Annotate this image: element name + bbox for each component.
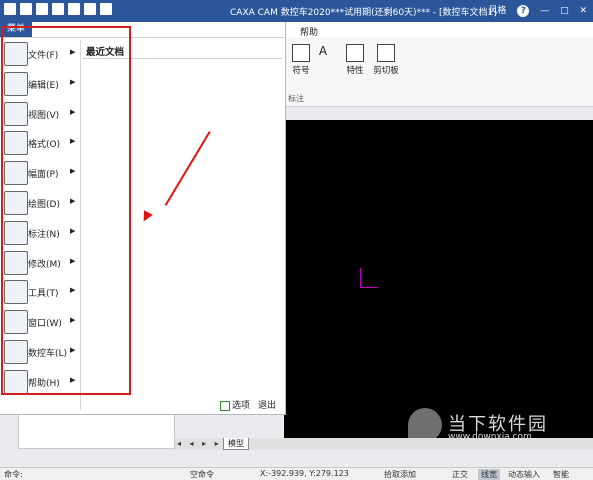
- coordinates: X:-392.939, Y:279.123: [260, 469, 349, 478]
- close-button[interactable]: ✕: [579, 6, 587, 16]
- drawing-canvas[interactable]: [284, 120, 593, 440]
- text-button[interactable]: A: [316, 44, 330, 58]
- maximize-button[interactable]: □: [560, 6, 569, 16]
- clipboard-label: 剪切板: [373, 66, 399, 76]
- title-controls: 风格 ? — □ ✕: [480, 3, 587, 17]
- ribbon-panel: 符号 A 特性 剪切板 标注: [284, 38, 593, 107]
- properties-panel: [18, 412, 175, 449]
- open-file-icon[interactable]: [20, 3, 32, 15]
- command-label: 命令:: [4, 470, 23, 479]
- exit-button[interactable]: 退出: [258, 398, 276, 411]
- quick-access-toolbar: [4, 3, 116, 17]
- redo-icon[interactable]: [100, 3, 112, 15]
- dynamic-input-toggle[interactable]: 动态输入: [508, 469, 540, 480]
- ucs-y-axis: [360, 268, 361, 287]
- window-title: CAXA CAM 数控车2020***试用期(还剩60天)*** - [数控车文…: [230, 8, 497, 18]
- ortho-toggle[interactable]: 正交: [452, 469, 468, 480]
- tab-model[interactable]: 模型: [223, 438, 249, 450]
- clipboard-button[interactable]: 剪切板: [372, 44, 400, 76]
- new-file-icon[interactable]: [4, 3, 16, 15]
- tab-help[interactable]: 帮助: [300, 25, 318, 38]
- sheet-nav-arrows[interactable]: ◂ ◂ ▸ ▸: [177, 439, 222, 448]
- style-label[interactable]: 风格: [488, 3, 506, 16]
- watermark-logo-icon: [408, 408, 442, 442]
- undo-icon[interactable]: [84, 3, 96, 15]
- clipboard-icon: [377, 44, 395, 62]
- text-a-icon: A: [318, 44, 328, 58]
- symbol-icon: [292, 44, 310, 62]
- linewidth-toggle[interactable]: 线宽: [478, 469, 500, 480]
- symbol-button[interactable]: 符号: [288, 44, 314, 76]
- options-button[interactable]: 选项: [220, 398, 250, 411]
- title-bar: CAXA CAM 数控车2020***试用期(还剩60天)*** - [数控车文…: [0, 0, 593, 22]
- menu-footer: 选项 退出: [0, 394, 285, 412]
- status-bar: 命令: 空命令 X:-392.939, Y:279.123 拾取添加 正交 线宽…: [0, 467, 593, 480]
- save-as-icon[interactable]: [52, 3, 64, 15]
- attr-button[interactable]: 特性: [342, 44, 368, 76]
- help-icon[interactable]: ?: [517, 5, 530, 17]
- attr-icon: [346, 44, 364, 62]
- pick-add[interactable]: 拾取添加: [384, 469, 416, 480]
- group-annotation: 标注: [288, 94, 304, 103]
- smart-toggle[interactable]: 智能: [553, 469, 569, 480]
- options-label: 选项: [232, 401, 251, 411]
- highlight-box: [1, 26, 131, 395]
- ucs-x-axis: [360, 287, 378, 288]
- save-icon[interactable]: [36, 3, 48, 15]
- attr-label: 特性: [346, 66, 364, 76]
- symbol-label: 符号: [292, 66, 310, 76]
- minimize-button[interactable]: —: [540, 6, 549, 16]
- print-icon[interactable]: [68, 3, 80, 15]
- empty-command: 空命令: [190, 470, 214, 479]
- sheet-tabs: ◂ ◂ ▸ ▸ 模型: [175, 438, 593, 450]
- options-check-icon: [220, 400, 230, 411]
